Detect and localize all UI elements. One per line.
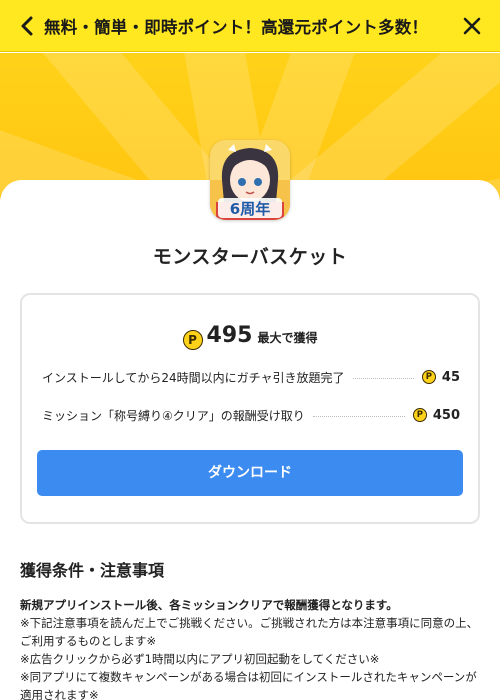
dotted-leader xyxy=(312,415,405,417)
app-icon-text: 6周年 xyxy=(230,200,270,218)
total-points: 495 xyxy=(206,323,253,348)
total-reward: P 495 最大で獲得 xyxy=(22,323,478,350)
mission-points: P 450 xyxy=(412,407,460,423)
total-suffix: 最大で獲得 xyxy=(257,331,318,345)
reward-card: P 495 最大で獲得 インストールしてから24時間以内にガチャ引き放題完了 P… xyxy=(20,293,480,524)
app-icon-image: 6周年 xyxy=(210,140,290,220)
app-icon[interactable]: 6周年 xyxy=(210,140,290,220)
back-button[interactable] xyxy=(14,13,40,39)
download-button[interactable]: ダウンロード xyxy=(37,450,463,496)
notes-line: ※下記注意事項を読んだ上でご挑戦ください。ご挑戦された方は本注意事項に同意の上、… xyxy=(20,616,479,648)
point-coin-icon: P xyxy=(412,408,427,422)
point-coin-icon: P xyxy=(182,330,203,350)
mission-label: ミッション「称号縛り④クリア」の報酬受け取り xyxy=(42,408,305,423)
mission-label: インストールしてから24時間以内にガチャ引き放題完了 xyxy=(42,370,345,385)
notes-line: ※同アプリにて複数キャンペーンがある場合は初回にインストールされたキャンペーンが… xyxy=(20,670,477,700)
mission-points-value: 45 xyxy=(441,369,460,385)
top-bar: 無料・簡単・即時ポイント！高還元ポイント多数！ xyxy=(0,0,500,52)
notes-heading: 獲得条件・注意事項 xyxy=(20,561,165,580)
dotted-leader xyxy=(352,377,414,379)
page-title: 無料・簡単・即時ポイント！高還元ポイント多数！ xyxy=(44,18,429,37)
mission-points: P 45 xyxy=(421,369,460,385)
mission-row: ミッション「称号縛り④クリア」の報酬受け取り P 450 xyxy=(42,405,460,425)
chevron-left-icon xyxy=(21,16,33,36)
notes-lead: 新規アプリインストール後、各ミッションクリアで報酬獲得となります。 xyxy=(20,598,398,612)
mission-row: インストールしてから24時間以内にガチャ引き放題完了 P 45 xyxy=(42,367,460,387)
app-name: モンスターバスケット xyxy=(152,246,348,268)
close-button[interactable] xyxy=(460,14,484,38)
mission-points-value: 450 xyxy=(432,407,460,423)
close-icon xyxy=(463,17,481,35)
notes-body: 新規アプリインストール後、各ミッションクリアで報酬獲得となります。 ※下記注意事… xyxy=(20,596,480,700)
notes-line: ※広告クリックから必ず1時間以内にアプリ初回起動をしてください※ xyxy=(20,652,380,666)
point-coin-icon: P xyxy=(421,370,436,384)
